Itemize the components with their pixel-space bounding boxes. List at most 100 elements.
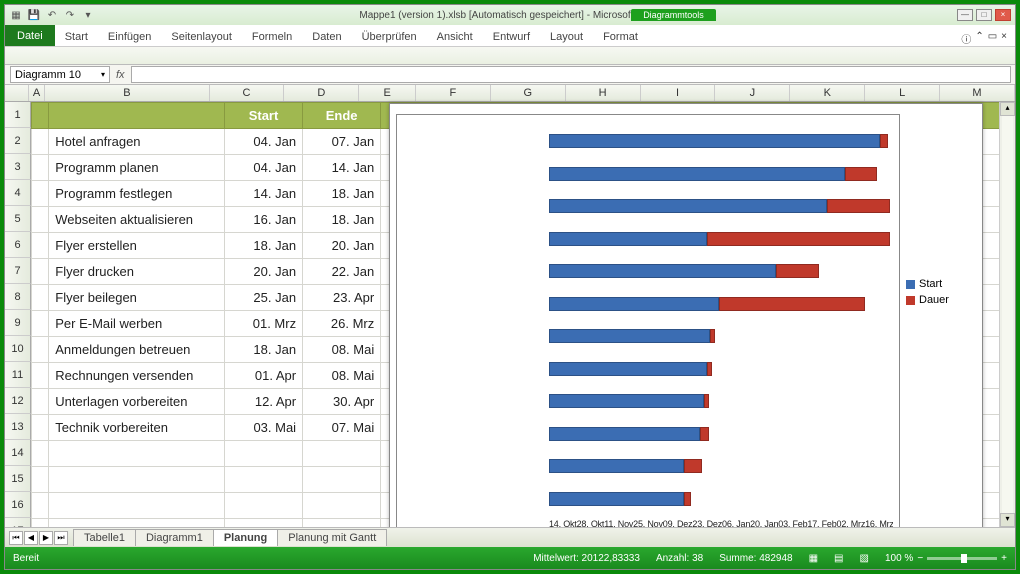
chart-bar-segment[interactable]	[549, 167, 845, 181]
name-box-dropdown-icon[interactable]: ▾	[101, 70, 105, 79]
cell[interactable]: 12. Apr	[224, 389, 302, 415]
row-header-16[interactable]: 16	[5, 492, 31, 518]
row-header-9[interactable]: 9	[5, 310, 31, 336]
cell[interactable]: 22. Jan	[303, 259, 381, 285]
col-header-M[interactable]: M	[940, 85, 1015, 101]
chart-bar-segment[interactable]	[880, 134, 888, 148]
cell[interactable]	[32, 467, 49, 493]
sheet-tab-planung-mit-gantt[interactable]: Planung mit Gantt	[277, 529, 387, 546]
row-header-3[interactable]: 3	[5, 154, 31, 180]
cell[interactable]: 20. Jan	[303, 233, 381, 259]
ribbon-restore-icon[interactable]: ▭	[988, 31, 997, 46]
ribbon-tab-daten[interactable]: Daten	[302, 28, 351, 46]
sheet-tab-diagramm1[interactable]: Diagramm1	[135, 529, 214, 546]
cell[interactable]: 08. Mai	[303, 337, 381, 363]
cell[interactable]	[49, 467, 225, 493]
chart-bar-segment[interactable]	[549, 394, 704, 408]
ribbon-help-icon[interactable]: ⓘ	[961, 31, 971, 46]
view-pagebreak-icon[interactable]: ▧	[860, 553, 869, 564]
row-header-4[interactable]: 4	[5, 180, 31, 206]
cell[interactable]: 18. Jan	[303, 207, 381, 233]
scroll-track[interactable]	[1002, 116, 1013, 513]
cell[interactable]	[32, 389, 49, 415]
cell[interactable]: Rechnungen versenden	[49, 363, 225, 389]
ribbon-tab-seitenlayout[interactable]: Seitenlayout	[161, 28, 242, 46]
cell[interactable]: Hotel anfragen	[49, 129, 225, 155]
zoom-control[interactable]: 100 % − +	[885, 553, 1007, 564]
cell[interactable]: Unterlagen vorbereiten	[49, 389, 225, 415]
row-header-11[interactable]: 11	[5, 362, 31, 388]
row-header-10[interactable]: 10	[5, 336, 31, 362]
cell[interactable]	[224, 493, 302, 519]
ribbon-tab-start[interactable]: Start	[55, 28, 98, 46]
name-box[interactable]: Diagramm 10 ▾	[10, 66, 110, 83]
ribbon-tab-einfügen[interactable]: Einfügen	[98, 28, 161, 46]
close-button[interactable]: ×	[995, 9, 1011, 21]
cell[interactable]: Programm festlegen	[49, 181, 225, 207]
qat-undo-icon[interactable]: ↶	[45, 8, 59, 22]
qat-custom-icon[interactable]: ▾	[81, 8, 95, 22]
cell[interactable]: 01. Mrz	[224, 311, 302, 337]
maximize-button[interactable]: □	[976, 9, 992, 21]
legend-item[interactable]: Dauer	[906, 294, 978, 306]
chart-bar-segment[interactable]	[549, 329, 710, 343]
cell[interactable]	[32, 363, 49, 389]
ribbon-tab-ansicht[interactable]: Ansicht	[427, 28, 483, 46]
cell[interactable]	[32, 493, 49, 519]
cell[interactable]	[32, 441, 49, 467]
header-cell[interactable]	[49, 103, 225, 129]
cell[interactable]	[32, 181, 49, 207]
cell[interactable]: Webseiten aktualisieren	[49, 207, 225, 233]
ribbon-tab-format[interactable]: Format	[593, 28, 648, 46]
cell[interactable]: 14. Jan	[224, 181, 302, 207]
chart-bar-segment[interactable]	[549, 492, 684, 506]
cell[interactable]	[32, 129, 49, 155]
chart-bar-segment[interactable]	[827, 199, 890, 213]
cell[interactable]	[32, 155, 49, 181]
row-header-5[interactable]: 5	[5, 206, 31, 232]
cell[interactable]	[32, 311, 49, 337]
cell[interactable]	[303, 519, 381, 528]
cell[interactable]: Flyer beilegen	[49, 285, 225, 311]
cell[interactable]: 20. Jan	[224, 259, 302, 285]
chart-bar-segment[interactable]	[549, 134, 880, 148]
cell[interactable]: 18. Jan	[224, 337, 302, 363]
row-header-7[interactable]: 7	[5, 258, 31, 284]
cell[interactable]	[49, 519, 225, 528]
chart-bar-segment[interactable]	[704, 394, 709, 408]
chart-bar-segment[interactable]	[710, 329, 715, 343]
qat-save-icon[interactable]: 💾	[27, 8, 41, 22]
cell[interactable]	[303, 441, 381, 467]
col-header-G[interactable]: G	[491, 85, 566, 101]
cell[interactable]	[32, 337, 49, 363]
chart-bar-segment[interactable]	[700, 427, 708, 441]
cell[interactable]: 07. Mai	[303, 415, 381, 441]
cell[interactable]: 18. Jan	[224, 233, 302, 259]
ribbon-tab-entwurf[interactable]: Entwurf	[483, 28, 540, 46]
cell[interactable]	[224, 467, 302, 493]
row-header-8[interactable]: 8	[5, 284, 31, 310]
cell[interactable]: 01. Apr	[224, 363, 302, 389]
scroll-down-button[interactable]: ▾	[1000, 513, 1015, 527]
cell[interactable]: Flyer drucken	[49, 259, 225, 285]
ribbon-tab-layout[interactable]: Layout	[540, 28, 593, 46]
ribbon-tab-formeln[interactable]: Formeln	[242, 28, 302, 46]
view-normal-icon[interactable]: ▦	[809, 553, 818, 564]
cell[interactable]	[32, 207, 49, 233]
row-header-15[interactable]: 15	[5, 466, 31, 492]
cell[interactable]	[32, 519, 49, 528]
cell[interactable]	[49, 493, 225, 519]
cell[interactable]	[49, 441, 225, 467]
header-cell[interactable]: Start	[224, 103, 302, 129]
cell[interactable]: Per E-Mail werben	[49, 311, 225, 337]
chart-bar-segment[interactable]	[776, 264, 819, 278]
col-header-F[interactable]: F	[416, 85, 491, 101]
col-header-H[interactable]: H	[566, 85, 641, 101]
chart-bar-segment[interactable]	[549, 459, 684, 473]
chart-bar-segment[interactable]	[549, 264, 776, 278]
cell[interactable]	[32, 415, 49, 441]
chart-bar-segment[interactable]	[684, 459, 702, 473]
ribbon-close-icon[interactable]: ×	[1001, 31, 1007, 46]
formula-bar[interactable]	[131, 66, 1011, 83]
col-header-L[interactable]: L	[865, 85, 940, 101]
